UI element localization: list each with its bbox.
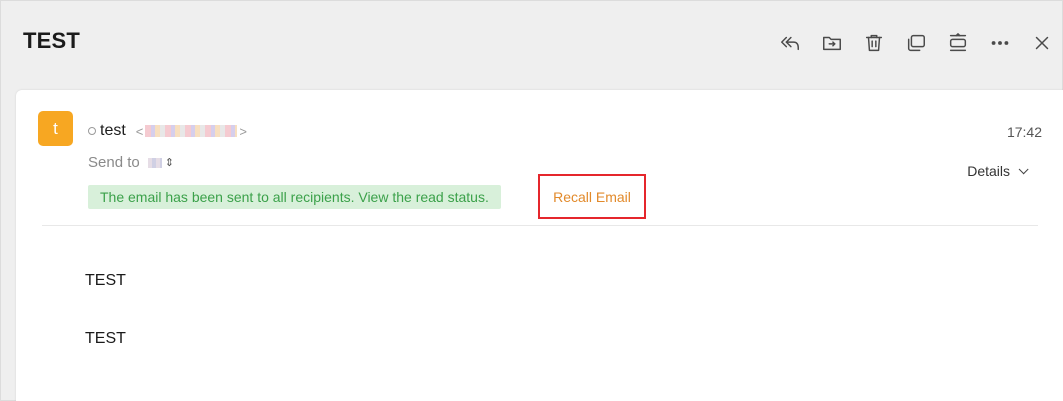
open-in-window-button[interactable] [903, 30, 929, 56]
status-dot-icon [88, 127, 96, 135]
details-label: Details [967, 163, 1010, 179]
header-divider [42, 225, 1038, 226]
sender-line: test < > [88, 121, 247, 141]
sender-avatar[interactable]: t [38, 111, 73, 146]
sent-status-banner[interactable]: The email has been sent to all recipient… [88, 185, 501, 209]
reply-all-button[interactable] [777, 30, 803, 56]
details-toggle[interactable]: Details [967, 163, 1029, 179]
trash-icon [865, 34, 883, 52]
email-time: 17:42 [1006, 124, 1042, 140]
close-button[interactable] [1029, 30, 1055, 56]
move-to-folder-button[interactable] [819, 30, 845, 56]
recipients-toggle-icon[interactable]: ⇕ [165, 156, 174, 169]
email-close-bracket: > [239, 123, 247, 139]
sender-name[interactable]: test [100, 122, 126, 140]
email-subject: TEST [23, 28, 81, 53]
email-card: t test < > 17:42 Send to ⇕ Details The e… [16, 90, 1063, 401]
more-options-button[interactable] [987, 30, 1013, 56]
close-icon [1035, 36, 1049, 50]
expand-collapse-icon [949, 33, 967, 52]
chevron-down-icon [1018, 163, 1029, 174]
email-body-line: TEST [85, 272, 126, 289]
expand-collapse-button[interactable] [945, 30, 971, 56]
delete-button[interactable] [861, 30, 887, 56]
redacted-email [145, 125, 238, 137]
email-body-line: TEST [85, 330, 126, 347]
move-to-folder-icon [823, 36, 841, 51]
email-header-bar: TEST [0, 0, 1063, 86]
send-to-row: Send to ⇕ [88, 154, 174, 171]
redacted-recipient [147, 157, 162, 168]
reply-all-icon [781, 36, 799, 51]
recall-email-label: Recall Email [553, 188, 631, 205]
sender-email[interactable]: < > [136, 124, 247, 139]
recall-email-button[interactable]: Recall Email [538, 174, 646, 219]
email-open-bracket: < [135, 123, 144, 139]
new-window-icon [907, 34, 925, 52]
more-icon [991, 41, 1009, 45]
send-to-label: Send to [88, 154, 140, 171]
email-toolbar [761, 30, 1055, 56]
